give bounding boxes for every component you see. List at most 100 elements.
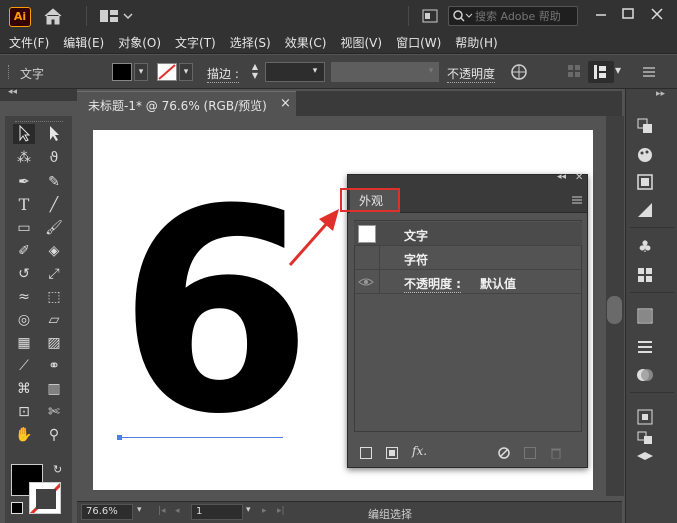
home-icon[interactable]: [43, 7, 63, 25]
gradient-tool-icon[interactable]: ▨: [43, 333, 65, 353]
delete-item-icon[interactable]: [550, 447, 562, 460]
grip-handle[interactable]: [15, 121, 63, 123]
panel-menu-icon[interactable]: [642, 65, 656, 79]
menu-type[interactable]: 文字(T): [175, 34, 216, 51]
panel-title-bar[interactable]: ◂◂ ✕: [348, 172, 587, 187]
expand-panels-icon[interactable]: ▸▸: [656, 89, 665, 99]
rotate-tool-icon[interactable]: ↺: [13, 264, 35, 284]
collapse-icon[interactable]: ◂◂: [8, 87, 17, 97]
close-tab-icon[interactable]: ×: [280, 96, 291, 111]
menu-edit[interactable]: 编辑(E): [63, 34, 104, 51]
chevron-down-icon[interactable]: ▾: [615, 63, 627, 81]
menu-select[interactable]: 选择(S): [230, 34, 271, 51]
fill-swatch[interactable]: [112, 63, 132, 81]
minimize-button[interactable]: [592, 6, 610, 22]
align-icon[interactable]: [567, 64, 581, 78]
default-colors-icon[interactable]: [11, 502, 23, 514]
eyedropper-tool-icon[interactable]: ⟋: [13, 356, 35, 376]
shape-builder-icon[interactable]: ◎: [13, 310, 35, 330]
eye-icon[interactable]: [358, 274, 374, 290]
swap-colors-icon[interactable]: ↻: [53, 463, 67, 477]
add-new-fill-icon[interactable]: [386, 447, 398, 459]
stroke-stepper[interactable]: ▲ ▼: [248, 62, 262, 82]
stroke-panel-icon[interactable]: [636, 338, 654, 356]
zoom-dropdown[interactable]: ▾: [137, 505, 142, 515]
stroke-dropdown[interactable]: ▾: [179, 63, 193, 81]
free-transform-icon[interactable]: ⬚: [43, 287, 65, 307]
panel-menu-icon[interactable]: [571, 194, 583, 204]
appearance-row-type[interactable]: 文字: [354, 222, 582, 246]
search-box[interactable]: [448, 6, 578, 26]
asset-export-icon[interactable]: [636, 408, 654, 426]
workspace-switcher-icon[interactable]: [422, 9, 438, 23]
first-artboard-button[interactable]: |◂: [158, 506, 166, 516]
direct-selection-tool-icon[interactable]: [43, 124, 65, 144]
gradient-swatch-icon[interactable]: [636, 307, 654, 325]
blend-tool-icon[interactable]: ⚭: [43, 356, 65, 376]
chevron-down-icon[interactable]: [122, 9, 134, 23]
column-graph-icon[interactable]: ▥: [43, 379, 65, 399]
stroke-color-box[interactable]: [29, 482, 61, 514]
transparency-icon[interactable]: [636, 366, 654, 384]
stroke-label[interactable]: 描边 :: [207, 65, 239, 83]
appearance-row-characters[interactable]: 字符: [354, 246, 582, 270]
mesh-tool-icon[interactable]: ▦: [13, 333, 35, 353]
paintbrush-tool-icon[interactable]: 🖌: [43, 218, 65, 238]
type-tool-icon[interactable]: T: [13, 195, 35, 215]
menu-effect[interactable]: 效果(C): [285, 34, 327, 51]
collapse-panel-icon[interactable]: ◂◂: [557, 172, 566, 182]
profile-dropdown[interactable]: ▾: [424, 63, 438, 81]
symbols-icon[interactable]: ♣: [636, 238, 654, 256]
add-new-stroke-icon[interactable]: [360, 447, 372, 459]
artboard-tool-icon[interactable]: ⊡: [13, 402, 35, 422]
artboard-dropdown[interactable]: ▾: [246, 505, 251, 515]
add-new-effect-icon[interactable]: fx.: [412, 444, 427, 458]
swatches-icon[interactable]: [636, 266, 654, 284]
clear-appearance-icon[interactable]: [498, 447, 510, 459]
document-tab[interactable]: 未标题-1* @ 76.6% (RGB/预览) ×: [77, 91, 296, 116]
layers-icon[interactable]: [636, 447, 654, 465]
shaper-tool-icon[interactable]: ✐: [13, 241, 35, 261]
artboard-number-field[interactable]: 1: [191, 504, 243, 520]
menu-file[interactable]: 文件(F): [9, 34, 49, 51]
last-artboard-button[interactable]: ▸|: [277, 506, 285, 516]
recolor-artwork-icon[interactable]: [510, 63, 528, 81]
grip-handle[interactable]: [8, 65, 11, 79]
menu-help[interactable]: 帮助(H): [455, 34, 497, 51]
zoom-level-field[interactable]: 76.6%: [81, 504, 133, 520]
curvature-tool-icon[interactable]: ✎: [43, 172, 65, 192]
gradient-panel-icon[interactable]: [636, 201, 654, 219]
fill-dropdown[interactable]: ▾: [134, 63, 148, 81]
baseline-anchor-point[interactable]: [117, 435, 122, 440]
opacity-label[interactable]: 不透明度: [447, 65, 496, 83]
search-input[interactable]: [475, 7, 575, 25]
vertical-scroll-thumb[interactable]: [607, 296, 622, 324]
selection-tool-icon[interactable]: [13, 124, 35, 144]
width-tool-icon[interactable]: ≈: [13, 287, 35, 307]
perspective-grid-icon[interactable]: ▱: [43, 310, 65, 330]
previous-artboard-button[interactable]: ◂: [175, 506, 180, 516]
current-tool-status[interactable]: 编组选择: [368, 506, 412, 522]
line-tool-icon[interactable]: ╱: [43, 195, 65, 215]
arrange-documents-icon[interactable]: [99, 9, 119, 23]
rectangle-tool-icon[interactable]: ▭: [13, 218, 35, 238]
appearance-row-opacity[interactable]: 不透明度 : 默认值: [354, 270, 582, 294]
stroke-swatch[interactable]: [157, 63, 177, 81]
transform-panel-icon[interactable]: [588, 61, 614, 83]
transform-icon[interactable]: [636, 117, 654, 135]
zoom-tool-icon[interactable]: ⚲: [43, 425, 65, 445]
eraser-tool-icon[interactable]: ◈: [43, 241, 65, 261]
scale-tool-icon[interactable]: ⤢: [43, 264, 65, 284]
opacity-link[interactable]: 不透明度 :: [404, 275, 461, 293]
image-trace-icon[interactable]: [636, 173, 654, 191]
menu-object[interactable]: 对象(O): [118, 34, 161, 51]
symbol-sprayer-icon[interactable]: ⌘: [13, 379, 35, 399]
variable-width-profile[interactable]: [331, 62, 439, 82]
maximize-button[interactable]: [619, 6, 637, 22]
hand-tool-icon[interactable]: ✋: [13, 425, 35, 445]
close-window-button[interactable]: [648, 6, 666, 22]
canvas-text-object[interactable]: 6: [118, 173, 313, 453]
stroke-weight-dropdown[interactable]: ▾: [308, 63, 322, 81]
menu-view[interactable]: 视图(V): [340, 34, 382, 51]
menu-window[interactable]: 窗口(W): [396, 34, 441, 51]
